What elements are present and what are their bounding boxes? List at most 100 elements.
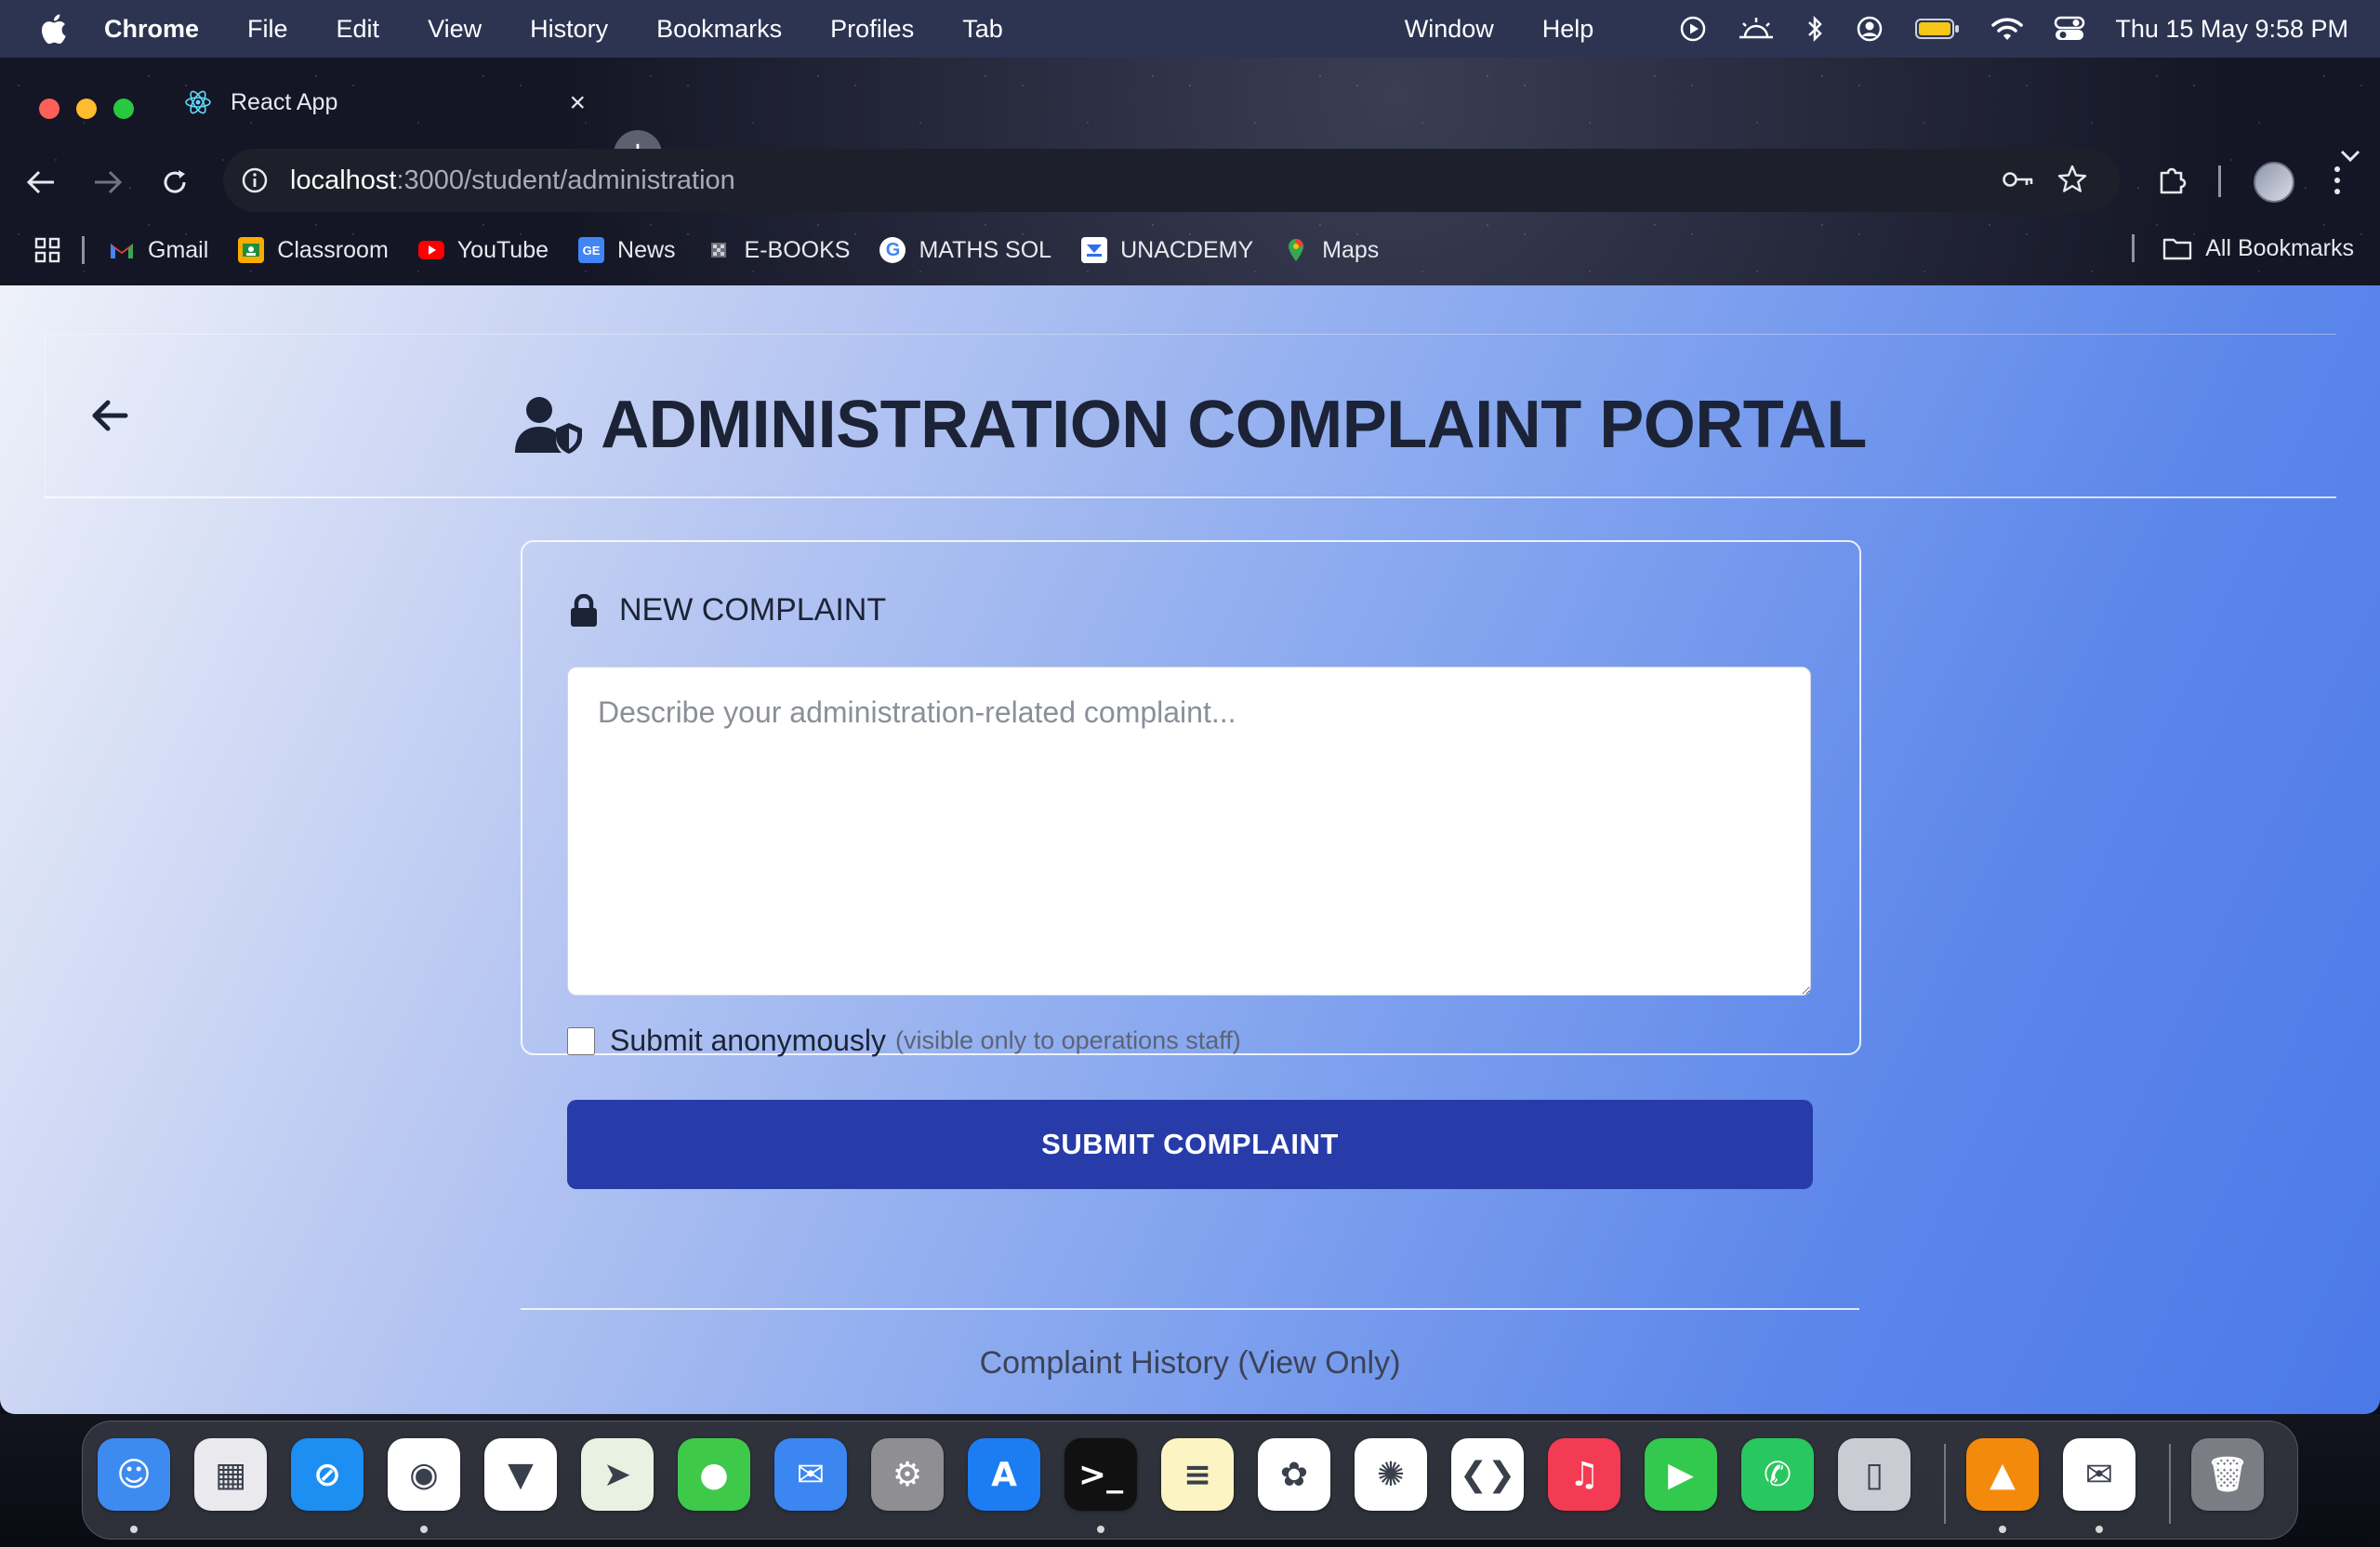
profile-avatar[interactable]	[2254, 162, 2294, 203]
bookmark-label: Gmail	[148, 236, 209, 263]
gmail-icon	[109, 237, 135, 263]
ebooks-icon	[706, 237, 732, 263]
photos-glyph: ✿	[1279, 1455, 1309, 1494]
menu-history[interactable]: History	[530, 15, 608, 44]
section-divider	[521, 1308, 1859, 1310]
menu-edit[interactable]: Edit	[337, 15, 380, 44]
menu-profiles[interactable]: Profiles	[830, 15, 914, 44]
whatsapp-icon[interactable]: ✆	[1741, 1438, 1814, 1511]
vlc-icon[interactable]: ▲	[1966, 1438, 2039, 1511]
play-circle-icon[interactable]	[1678, 14, 1708, 44]
messages-glyph: ●	[699, 1455, 729, 1494]
all-bookmarks-button[interactable]: All Bookmarks	[2132, 234, 2354, 262]
apps-grid-icon[interactable]	[33, 236, 61, 264]
close-window-button[interactable]	[39, 99, 60, 119]
launchpad-glyph: ▦	[214, 1455, 246, 1494]
photos-icon[interactable]: ✿	[1258, 1438, 1330, 1511]
menu-bookmarks[interactable]: Bookmarks	[656, 15, 782, 44]
facetime-icon[interactable]: ▶	[1645, 1438, 1717, 1511]
page-title: ADMINISTRATION COMPLAINT PORTAL	[601, 388, 1867, 462]
maps-app-icon[interactable]: ➤	[581, 1438, 654, 1511]
menubar-clock[interactable]: Thu 15 May 9:58 PM	[2115, 15, 2348, 44]
maps-app-glyph: ➤	[602, 1455, 632, 1494]
bluetooth-icon[interactable]	[1805, 14, 1825, 44]
submit-complaint-button[interactable]: SUBMIT COMPLAINT	[567, 1100, 1813, 1189]
bookmark-label: YouTube	[456, 236, 549, 263]
extensions-puzzle-icon[interactable]	[2155, 164, 2188, 202]
brave-icon[interactable]: ▼	[484, 1438, 557, 1511]
zoom-window-button[interactable]	[113, 99, 134, 119]
menu-tab[interactable]: Tab	[962, 15, 1003, 44]
reload-icon[interactable]	[156, 164, 193, 201]
bookmark-youtube[interactable]: YouTube	[417, 236, 549, 264]
bookmark-maps[interactable]: Maps	[1283, 237, 1379, 264]
notes-icon[interactable]: ≡	[1161, 1438, 1234, 1511]
maps-icon	[1283, 237, 1309, 263]
complaint-textarea[interactable]	[567, 667, 1811, 996]
anonymous-option[interactable]: Submit anonymously (visible only to oper…	[567, 1024, 1241, 1058]
system-settings-icon[interactable]: ⚙	[871, 1438, 944, 1511]
bookmark-maths-sol[interactable]: G MATHS SOL	[879, 237, 1051, 264]
browser-window-chrome: React App × + localhost:3000/student/adm…	[0, 58, 2380, 285]
menu-file[interactable]: File	[247, 15, 288, 44]
bookmark-label: UNACDEMY	[1120, 236, 1254, 263]
menu-help[interactable]: Help	[1542, 15, 1594, 44]
complaint-history-heading: Complaint History (View Only)	[979, 1345, 1401, 1381]
site-info-icon[interactable]	[240, 165, 270, 195]
menu-view[interactable]: View	[428, 15, 482, 44]
bookmark-unacdemy[interactable]: UNACDEMY	[1081, 237, 1253, 264]
menu-app-name[interactable]: Chrome	[104, 15, 199, 44]
chrome-icon[interactable]: ◉	[388, 1438, 460, 1511]
wifi-icon[interactable]	[1990, 15, 2024, 43]
bookmark-label: Classroom	[277, 236, 389, 263]
vscode-icon[interactable]: ❮❯	[1451, 1438, 1524, 1511]
password-key-icon[interactable]	[2001, 165, 2036, 201]
anonymous-label: Submit anonymously	[610, 1024, 887, 1057]
control-center-icon[interactable]	[2054, 15, 2085, 43]
news-icon: GE	[578, 237, 605, 263]
page-title-row: ADMINISTRATION COMPLAINT PORTAL	[46, 387, 2336, 463]
launchpad-icon[interactable]: ▦	[194, 1438, 267, 1511]
browser-tab[interactable]: React App ×	[169, 71, 597, 134]
bookmarks-bar: Gmail Classroom YouTube GE News E-BOOKS …	[0, 221, 2380, 279]
apple-logo-icon[interactable]	[39, 13, 67, 45]
user-circle-icon[interactable]	[1855, 14, 1884, 44]
bookmark-news[interactable]: GE News	[578, 237, 676, 264]
terminal-icon[interactable]: >_	[1064, 1438, 1137, 1511]
battery-icon[interactable]	[1914, 16, 1961, 42]
bookmark-label: MATHS SOL	[919, 236, 1052, 263]
portal-header: ADMINISTRATION COMPLAINT PORTAL	[45, 334, 2336, 498]
bookmark-gmail[interactable]: Gmail	[109, 237, 208, 264]
user-shield-icon	[515, 397, 583, 454]
back-arrow-icon[interactable]	[22, 164, 60, 201]
close-tab-icon[interactable]: ×	[569, 87, 586, 119]
brightness-icon[interactable]	[1738, 15, 1775, 43]
mail-icon[interactable]: ✉	[774, 1438, 847, 1511]
chrome-menu-kebab-icon[interactable]	[2332, 162, 2343, 204]
bookmark-classroom[interactable]: Classroom	[238, 236, 389, 264]
chatgpt-icon[interactable]: ✺	[1355, 1438, 1427, 1511]
bookmark-star-icon[interactable]	[2056, 164, 2088, 203]
anonymous-checkbox[interactable]	[567, 1026, 595, 1055]
chrome-glyph: ◉	[409, 1455, 439, 1494]
running-indicator	[420, 1526, 428, 1533]
finder-icon[interactable]: ☺	[98, 1438, 170, 1511]
dock-separator	[2169, 1444, 2171, 1524]
unacademy-icon	[1081, 237, 1108, 263]
dock: ☺ ▦ ⊘ ◉ ▼ ➤ ● ✉ ⚙ A >_ ≡ ✿ ✺ ❮❯ ♫ ▶ ✆ ▯ ▲ ✉ 🗑	[82, 1421, 2298, 1540]
safari-icon[interactable]: ⊘	[291, 1438, 364, 1511]
brave-glyph: ▼	[508, 1455, 534, 1494]
airmail-icon[interactable]: ✉	[2063, 1438, 2135, 1511]
music-icon[interactable]: ♫	[1548, 1438, 1620, 1511]
app-store-icon[interactable]: A	[968, 1438, 1040, 1511]
minimize-window-button[interactable]	[76, 99, 97, 119]
bookmark-label: E-BOOKS	[744, 236, 851, 263]
trash-icon[interactable]: 🗑	[2191, 1438, 2264, 1511]
bookmark-ebooks[interactable]: E-BOOKS	[706, 236, 851, 264]
iphone-mirroring-icon[interactable]: ▯	[1838, 1438, 1911, 1511]
address-bar[interactable]: localhost:3000/student/administration	[223, 149, 2120, 212]
running-indicator	[130, 1526, 138, 1533]
menu-window[interactable]: Window	[1405, 15, 1494, 44]
forward-arrow-icon[interactable]	[89, 164, 126, 201]
messages-icon[interactable]: ●	[678, 1438, 750, 1511]
